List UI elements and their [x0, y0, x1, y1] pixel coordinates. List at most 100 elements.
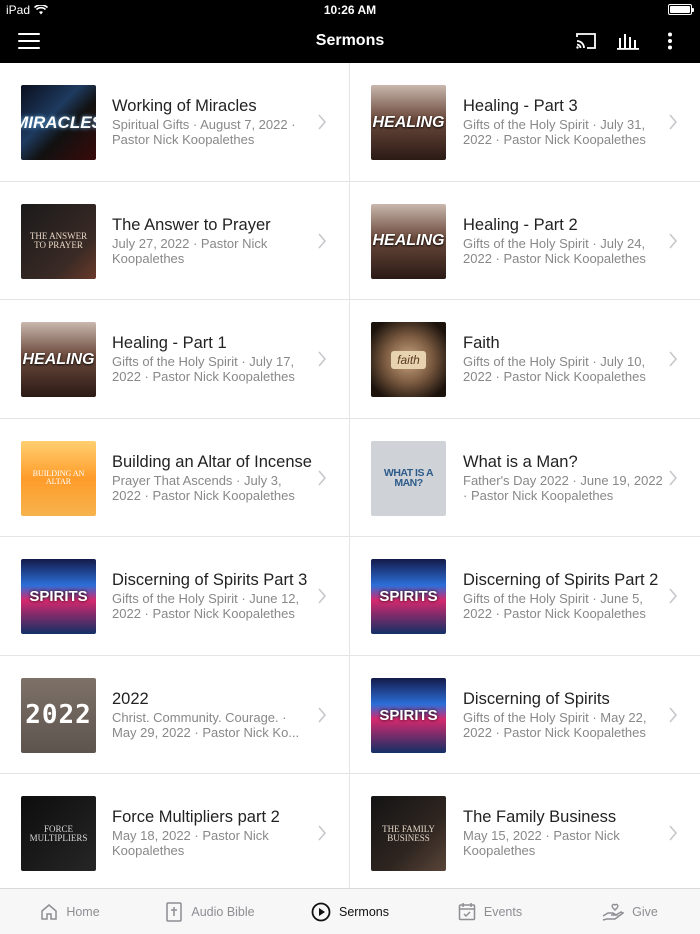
- sermon-thumbnail: BUILDING AN ALTAR: [21, 440, 96, 516]
- tab-label: Audio Bible: [191, 904, 255, 919]
- sermon-subtitle: Father's Day 2022 · June 19, 2022 · Past…: [463, 472, 663, 503]
- chevron-right-icon: [668, 588, 678, 604]
- sermon-thumbnail: FORCE MULTIPLIERS: [21, 796, 96, 871]
- sermon-thumbnail-text: HEALING: [372, 232, 445, 249]
- sermon-title: The Family Business: [463, 808, 617, 826]
- sermon-thumbnail-text: THE ANSWER TO PRAYER: [29, 231, 88, 250]
- sermon-info: Discerning of Spirits Part 3 Gifts of the…: [112, 537, 312, 655]
- sermon-title: Building an Altar of Incense: [112, 452, 312, 471]
- tab-events[interactable]: Events: [420, 889, 560, 934]
- sermon-info: Building an Altar of Incense Prayer That …: [112, 419, 312, 537]
- tab-give[interactable]: Give: [560, 889, 700, 934]
- sermon-item[interactable]: HEALING Healing - Part 2 Gifts of the Holy…: [350, 182, 700, 300]
- sermon-item[interactable]: HEALING Healing - Part 1 Gifts of the Holy…: [0, 300, 350, 419]
- sermon-thumbnail-text: THE FAMILY BUSINESS: [382, 823, 435, 843]
- sermon-thumbnail: WHAT IS A MAN?: [371, 440, 446, 516]
- sermon-thumbnail-text: SPIRITS: [29, 588, 88, 605]
- sermon-subtitle: May 18, 2022 · Pastor Nick Koopalethes: [112, 828, 269, 858]
- sermon-info: Working of Miracles Spiritual Gifts · Aug…: [112, 63, 312, 181]
- chevron-right-icon: [317, 232, 327, 249]
- sermon-title: Working of Miracles: [112, 97, 257, 115]
- nav-bar: Sermons: [0, 20, 700, 63]
- sermon-item[interactable]: BUILDING AN ALTAR Building an Altar of In…: [0, 418, 350, 537]
- sermon-item[interactable]: THE FAMILY BUSINESS The Family Business Ma…: [350, 774, 700, 893]
- chevron-right-icon: [317, 114, 327, 130]
- cast-icon[interactable]: [574, 30, 598, 52]
- chevron-right-icon: [317, 588, 327, 604]
- calendar-icon: [458, 902, 476, 921]
- sermon-grid: MIRACLES Working of Miracles Spiritual Gif…: [0, 63, 700, 893]
- sermon-subtitle: Gifts of the Holy Spirit · June 5, 2022 …: [463, 591, 646, 621]
- sermon-thumbnail-text: MIRACLES: [21, 113, 96, 132]
- chevron-right-icon: [317, 706, 327, 723]
- sermons-app: iPad 10:26 AM Sermons MIRACLES Working of…: [0, 0, 700, 934]
- sermon-item[interactable]: 2022 2022 Christ. Community. Courage. · Ma…: [0, 655, 350, 774]
- sermon-subtitle: Prayer That Ascends · July 3, 2022 · Pas…: [112, 472, 295, 503]
- sermon-thumbnail-text: 2022: [25, 700, 92, 730]
- tab-home[interactable]: Home: [0, 889, 140, 934]
- sermon-title: Faith: [463, 334, 500, 352]
- sermon-thumbnail: SPIRITS: [371, 559, 446, 634]
- sermon-subtitle: Spiritual Gifts · August 7, 2022 · Pasto…: [112, 117, 296, 147]
- sermon-thumbnail-text: SPIRITS: [379, 588, 438, 605]
- sermon-item[interactable]: MIRACLES Working of Miracles Spiritual Gif…: [0, 63, 350, 182]
- sermon-title: Discerning of Spirits Part 3: [112, 571, 308, 589]
- sermon-info: The Family Business May 15, 2022 · Pastor…: [463, 774, 663, 892]
- sermon-thumbnail-text: FORCE MULTIPLIERS: [29, 823, 88, 843]
- sermon-title: Discerning of Spirits: [463, 689, 610, 708]
- chevron-right-icon: [668, 825, 678, 841]
- sermon-info: Healing - Part 1 Gifts of the Holy Spirit…: [112, 300, 312, 418]
- sermon-title: Healing - Part 3: [463, 97, 578, 115]
- sermon-thumbnail: MIRACLES: [21, 85, 96, 160]
- tab-audio-bible[interactable]: Audio Bible: [140, 889, 280, 934]
- tab-bar: Home Audio Bible Sermons Events Give: [0, 888, 700, 934]
- sermon-info: Discerning of Spirits Gifts of the Holy S…: [463, 656, 663, 774]
- sermon-title: 2022: [112, 689, 149, 708]
- sermon-title: The Answer to Prayer: [112, 215, 271, 234]
- sermon-title: Discerning of Spirits Part 2: [463, 571, 659, 589]
- sermon-thumbnail-text: BUILDING AN ALTAR: [32, 469, 85, 486]
- sermon-subtitle: Christ. Community. Courage. · May 29, 20…: [112, 709, 300, 740]
- sermon-info: Faith Gifts of the Holy Spirit · July 10,…: [463, 300, 663, 418]
- sermon-title: Healing - Part 2: [463, 215, 578, 234]
- sermon-thumbnail: faith: [371, 322, 446, 397]
- sermon-thumbnail-text: HEALING: [22, 350, 95, 368]
- chevron-right-icon: [668, 706, 678, 723]
- sermon-item[interactable]: THE ANSWER TO PRAYER The Answer to Prayer…: [0, 181, 350, 300]
- sermon-info: The Answer to Prayer July 27, 2022 · Past…: [112, 182, 312, 300]
- sermon-item[interactable]: FORCE MULTIPLIERS Force Multipliers part …: [0, 774, 350, 893]
- sermon-item[interactable]: SPIRITS Discerning of Spirits Part 2 Gifts…: [350, 537, 700, 656]
- tab-label: Home: [66, 904, 100, 919]
- sermon-info: What is a Man? Father's Day 2022 · June 1…: [463, 419, 663, 537]
- sermon-item[interactable]: HEALING Healing - Part 3 Gifts of the Holy…: [350, 63, 700, 182]
- status-bar: iPad 10:26 AM: [0, 0, 700, 20]
- sermon-thumbnail: SPIRITS: [371, 677, 446, 753]
- more-icon[interactable]: [658, 30, 682, 52]
- tab-sermons[interactable]: Sermons: [280, 889, 420, 934]
- sermon-thumbnail-text: faith: [391, 350, 426, 369]
- sermon-item[interactable]: SPIRITS Discerning of Spirits Gifts of the…: [350, 656, 700, 774]
- home-icon: [40, 903, 58, 921]
- chevron-right-icon: [317, 825, 327, 841]
- sermon-title: Force Multipliers part 2: [112, 808, 280, 826]
- sermon-info: Force Multipliers part 2 May 18, 2022 · P…: [112, 774, 312, 892]
- sermon-info: 2022 Christ. Community. Courage. · May 29…: [112, 656, 312, 774]
- sermon-item[interactable]: SPIRITS Discerning of Spirits Part 3 Gifts…: [0, 537, 350, 656]
- give-hand-icon: [602, 903, 625, 921]
- tab-label: Give: [632, 904, 658, 919]
- bible-icon: [165, 901, 183, 922]
- sermon-subtitle: Gifts of the Holy Spirit · July 31, 2022…: [463, 117, 646, 147]
- sermon-thumbnail: HEALING: [371, 203, 446, 279]
- sermon-thumbnail-text: HEALING: [372, 113, 445, 131]
- sermon-item[interactable]: faith Faith Gifts of the Holy Spirit · Jul…: [350, 300, 700, 419]
- chevron-right-icon: [668, 351, 678, 367]
- sermon-subtitle: Gifts of the Holy Spirit · June 12, 2022…: [112, 591, 300, 621]
- nav-actions: [574, 30, 682, 52]
- sermon-title: What is a Man?: [463, 452, 578, 471]
- sermon-thumbnail: HEALING: [21, 322, 96, 397]
- sermon-subtitle: Gifts of the Holy Spirit · May 22, 2022 …: [463, 709, 647, 740]
- sermon-item[interactable]: WHAT IS A MAN? What is a Man? Father's Day…: [350, 419, 700, 537]
- sermon-thumbnail-text: SPIRITS: [379, 706, 438, 724]
- sermon-subtitle: Gifts of the Holy Spirit · July 17, 2022…: [112, 354, 295, 384]
- audio-levels-icon[interactable]: [616, 30, 640, 52]
